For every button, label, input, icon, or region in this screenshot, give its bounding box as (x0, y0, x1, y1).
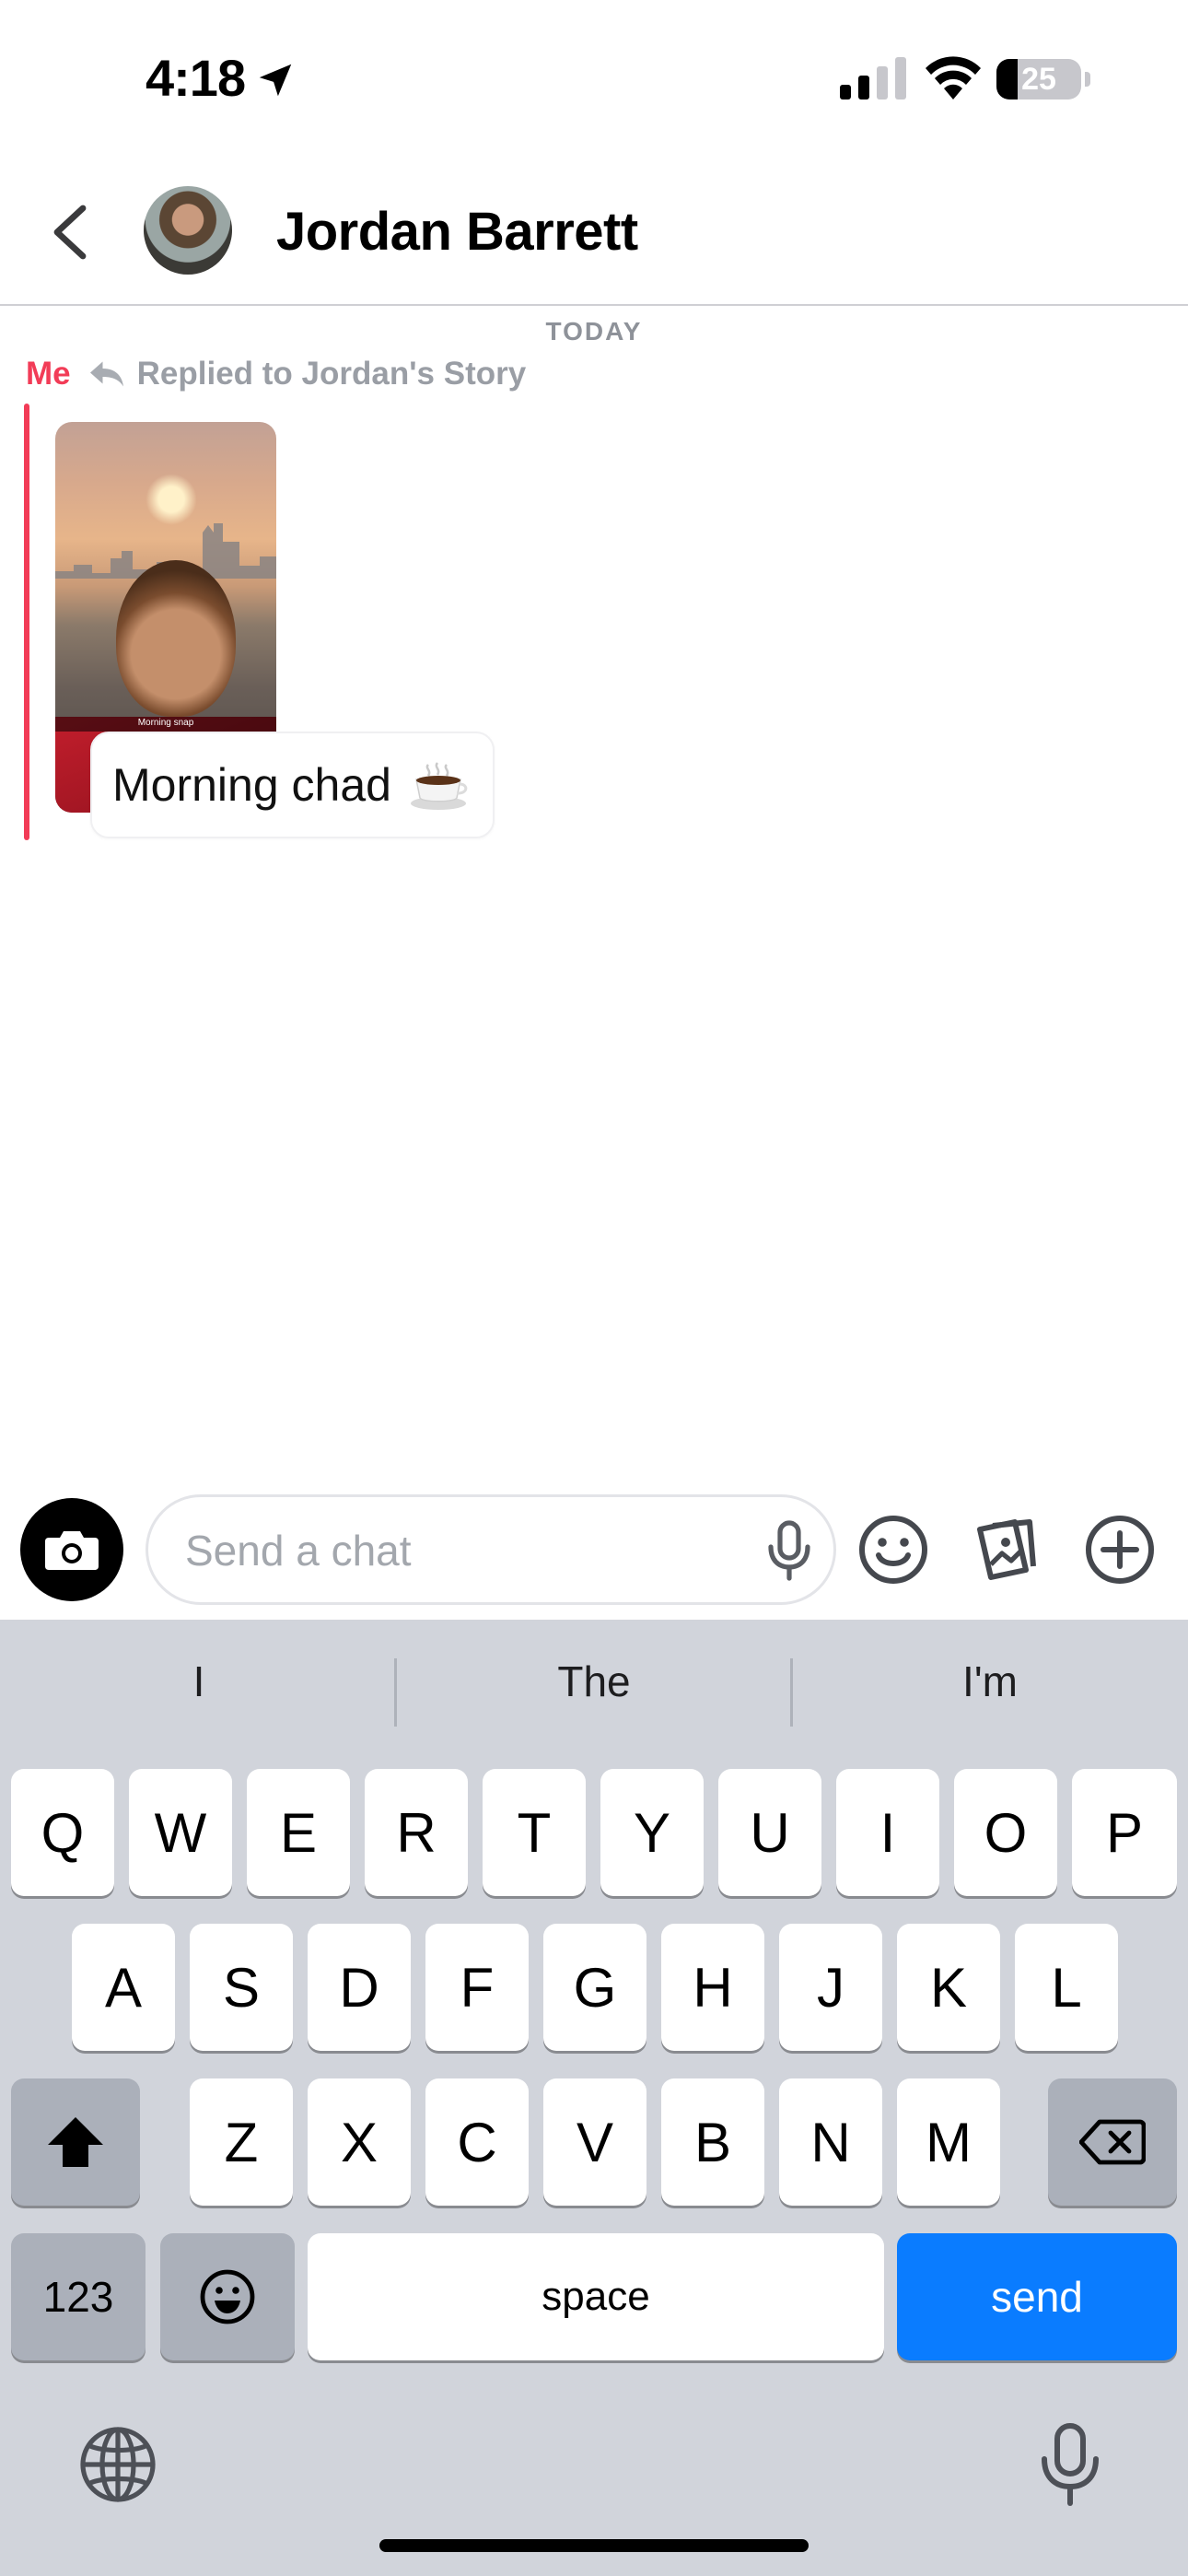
globe-icon[interactable] (77, 2424, 158, 2505)
key-v[interactable]: V (543, 2078, 646, 2206)
key-d[interactable]: D (308, 1924, 411, 2051)
microphone-icon[interactable] (756, 1517, 822, 1584)
message-sender-row: Me Replied to Jordan's Story (26, 352, 526, 396)
key-g[interactable]: G (543, 1924, 646, 2051)
selfie-person (116, 560, 236, 717)
key-c[interactable]: C (425, 2078, 529, 2206)
sender-label: Me (26, 356, 71, 392)
story-caption: Morning snap (137, 718, 194, 728)
message-text: Morning chad (112, 759, 391, 811)
key-m[interactable]: M (897, 2078, 1000, 2206)
hot-beverage-icon (410, 762, 468, 810)
key-h[interactable]: H (661, 1924, 764, 2051)
battery-level: 25 (1021, 62, 1056, 97)
suggestion-3[interactable]: I'm (793, 1657, 1187, 1706)
key-s[interactable]: S (190, 1924, 293, 2051)
shift-key[interactable] (11, 2078, 140, 2206)
back-chevron-icon[interactable] (46, 203, 92, 262)
battery-indicator: 25 (996, 59, 1081, 100)
key-t[interactable]: T (483, 1769, 586, 1896)
suggestion-2[interactable]: The (397, 1657, 791, 1706)
key-b[interactable]: B (661, 2078, 764, 2206)
key-z[interactable]: Z (190, 2078, 293, 2206)
key-y[interactable]: Y (600, 1769, 704, 1896)
memories-stickers-icon[interactable] (971, 1511, 1041, 1585)
suggestion-1[interactable]: I (2, 1657, 396, 1706)
space-key[interactable]: space (308, 2233, 884, 2360)
ios-keyboard: I The I'm Q W E R T Y U I O P A S D F G … (0, 1620, 1188, 2576)
contact-name[interactable]: Jordan Barrett (276, 201, 638, 263)
camera-button[interactable] (20, 1498, 123, 1601)
shift-arrow-icon (48, 2117, 103, 2167)
key-x[interactable]: X (308, 2078, 411, 2206)
emoji-smiley-icon[interactable] (856, 1513, 930, 1587)
reply-arrow-icon (89, 361, 123, 387)
key-k[interactable]: K (897, 1924, 1000, 2051)
backspace-icon (1079, 2119, 1146, 2165)
key-f[interactable]: F (425, 1924, 529, 2051)
dictation-microphone-icon[interactable] (1033, 2422, 1107, 2507)
key-n[interactable]: N (779, 2078, 882, 2206)
emoji-keyboard-icon (200, 2269, 255, 2324)
message-thread-bar (24, 404, 29, 840)
key-e[interactable]: E (247, 1769, 350, 1896)
date-separator: TODAY (545, 317, 643, 345)
key-j[interactable]: J (779, 1924, 882, 2051)
key-i[interactable]: I (836, 1769, 939, 1896)
key-r[interactable]: R (365, 1769, 468, 1896)
key-u[interactable]: U (718, 1769, 821, 1896)
chat-header: Jordan Barrett (0, 157, 1188, 306)
chat-input[interactable] (185, 1516, 738, 1586)
status-time: 4:18 (146, 49, 246, 107)
chat-input-bar (0, 1476, 1188, 1620)
home-indicator (379, 2539, 809, 2552)
send-key[interactable]: send (897, 2233, 1177, 2360)
plus-circle-icon[interactable] (1083, 1513, 1157, 1587)
battery-cap (1085, 72, 1090, 87)
emoji-key[interactable] (160, 2233, 295, 2360)
status-bar: 4:18 25 (0, 0, 1188, 157)
contact-avatar[interactable] (144, 186, 232, 275)
numbers-key[interactable]: 123 (11, 2233, 146, 2360)
reply-context-label: Replied to Jordan's Story (136, 356, 527, 392)
key-l[interactable]: L (1015, 1924, 1118, 2051)
key-p[interactable]: P (1072, 1769, 1177, 1896)
cellular-signal-icon (840, 57, 906, 100)
key-w[interactable]: W (129, 1769, 232, 1896)
location-arrow-icon (259, 64, 292, 97)
key-o[interactable]: O (954, 1769, 1057, 1896)
key-a[interactable]: A (72, 1924, 175, 2051)
message-bubble[interactable]: Morning chad (90, 732, 495, 838)
key-q[interactable]: Q (11, 1769, 114, 1896)
wifi-icon (926, 56, 981, 100)
delete-key[interactable] (1048, 2078, 1177, 2206)
predictive-suggestions: I The I'm (0, 1620, 1188, 1763)
chat-text-field[interactable] (146, 1494, 836, 1605)
camera-icon (45, 1531, 99, 1570)
